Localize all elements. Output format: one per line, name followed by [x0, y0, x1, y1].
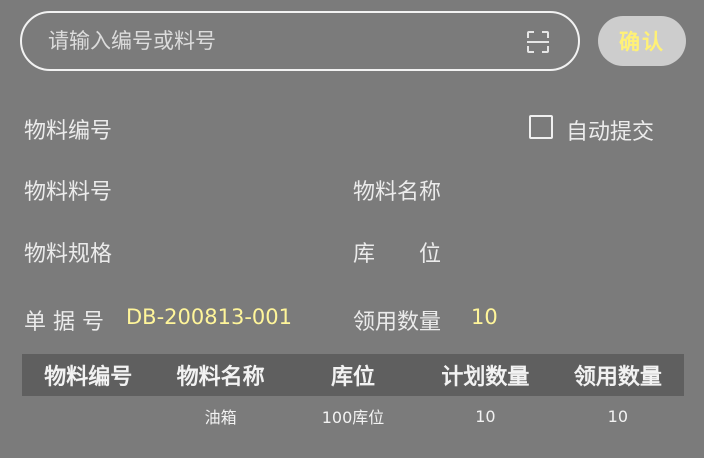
table-row[interactable]: 油箱 100库位 10 10	[22, 396, 684, 436]
col-header-location: 库位	[331, 365, 376, 390]
cell-planned-qty: 10	[475, 406, 496, 426]
col-header-planned-qty: 计划数量	[441, 365, 530, 390]
cell-issue-qty: 10	[607, 406, 628, 426]
location-label: 库 位	[353, 242, 442, 267]
confirm-button[interactable]: 确认	[598, 16, 686, 66]
material-name-label: 物料名称	[353, 180, 442, 205]
material-spec-label: 物料规格	[24, 242, 113, 267]
issue-qty-value: 10	[471, 305, 498, 329]
search-input[interactable]	[48, 13, 508, 69]
auto-submit-label[interactable]: 自动提交	[566, 114, 654, 146]
table-header: 物料编号 物料名称 库位 计划数量 领用数量	[22, 354, 684, 396]
scan-icon[interactable]	[526, 30, 550, 54]
material-code-label: 物料编号	[24, 119, 113, 144]
col-header-material-name: 物料名称	[176, 365, 265, 390]
col-header-material-code: 物料编号	[44, 365, 133, 390]
document-no-label: 单 据 号	[24, 310, 104, 335]
material-number-label: 物料料号	[24, 180, 113, 205]
document-no-value: DB-200813-001	[126, 305, 292, 329]
col-header-issue-qty: 领用数量	[573, 365, 662, 390]
search-box[interactable]	[20, 11, 580, 71]
cell-location: 100库位	[321, 408, 385, 427]
materials-table: 物料编号 物料名称 库位 计划数量 领用数量 油箱 100库位 10 10	[22, 354, 684, 436]
issue-qty-label: 领用数量	[353, 310, 442, 335]
cell-material-name: 油箱	[204, 408, 237, 427]
auto-submit-checkbox[interactable]	[529, 115, 553, 139]
